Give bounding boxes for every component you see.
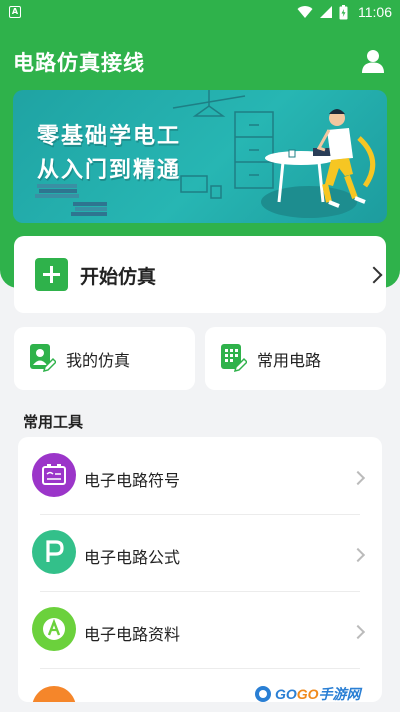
tool-item-label: 电子电路符号 — [84, 471, 181, 490]
my-simulation-button[interactable]: 我的仿真 — [14, 327, 195, 390]
tool-item-label: 电子电路资料 — [84, 625, 181, 644]
wifi-icon — [297, 6, 313, 19]
chevron-right-icon — [350, 470, 366, 486]
common-circuit-label: 常用电路 — [257, 351, 322, 370]
user-icon[interactable] — [360, 48, 386, 74]
materials-icon — [32, 607, 76, 651]
watermark-text: GOGO手游网 — [275, 686, 361, 702]
signal-icon — [320, 6, 332, 18]
tool-item-circuit-symbols[interactable]: 电子电路符号 — [18, 437, 382, 514]
tool-item-circuit-formulas[interactable]: 电子电路公式 — [18, 514, 382, 591]
notification-badge: A — [9, 6, 21, 18]
clock: 11:06 — [358, 4, 392, 20]
status-icons: 11:06 — [297, 3, 392, 21]
promo-banner[interactable]: 零基础学电工 从入门到精通 — [13, 90, 387, 223]
watermark-logo-icon — [255, 686, 271, 702]
common-circuit-button[interactable]: 常用电路 — [205, 327, 386, 390]
banner-headline-2: 从入门到精通 — [37, 158, 182, 183]
tools-list: 电子电路符号 电子电路公式 电子电路资料 — [18, 437, 382, 702]
symbol-icon — [32, 453, 76, 497]
chevron-right-icon — [365, 266, 383, 284]
status-bar: A 11:06 — [0, 0, 400, 24]
common-circuit-icon — [221, 344, 247, 373]
start-simulation-label: 开始仿真 — [80, 266, 157, 288]
app-title: 电路仿真接线 — [13, 51, 145, 75]
chevron-right-icon — [350, 624, 366, 640]
chevron-right-icon — [350, 547, 366, 563]
start-simulation-button[interactable]: 开始仿真 — [14, 236, 386, 313]
plus-icon — [35, 258, 68, 291]
tool-item-label: 电子电路公式 — [84, 548, 181, 567]
battery-icon — [339, 4, 348, 19]
formula-p-icon — [32, 530, 76, 574]
tool-item-circuit-materials[interactable]: 电子电路资料 — [18, 591, 382, 668]
my-simulation-icon — [30, 344, 56, 373]
tools-section-title: 常用工具 — [23, 413, 84, 431]
partial-tool-icon — [32, 686, 76, 702]
my-simulation-label: 我的仿真 — [66, 351, 131, 370]
watermark: GOGO手游网 — [254, 684, 361, 704]
banner-headline-1: 零基础学电工 — [37, 124, 182, 149]
